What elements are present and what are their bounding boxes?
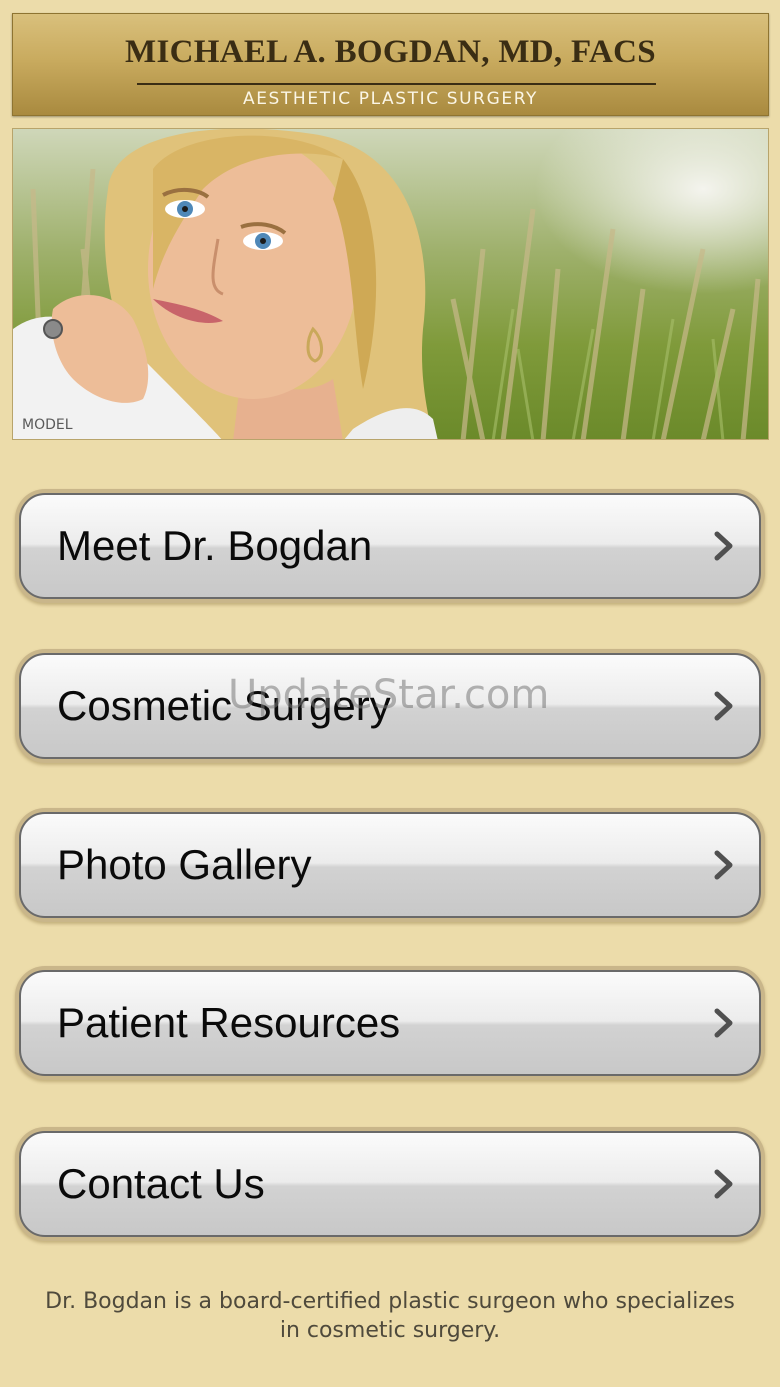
button-label: Cosmetic Surgery bbox=[57, 682, 391, 729]
footer-description: Dr. Bogdan is a board-certified plastic … bbox=[45, 1289, 735, 1343]
title-underline bbox=[137, 83, 656, 85]
practice-tagline: AESTHETIC PLASTIC SURGERY bbox=[242, 89, 539, 109]
button-face: Cosmetic Surgery bbox=[19, 653, 761, 759]
button-label: Photo Gallery bbox=[57, 841, 312, 888]
button-face: Contact Us bbox=[19, 1131, 761, 1237]
hero-image: MODEL bbox=[12, 128, 769, 440]
chevron-right-icon bbox=[714, 691, 733, 721]
model-caption: MODEL bbox=[22, 417, 73, 433]
doctor-name-title: MICHAEL A. BOGDAN, MD, FACS bbox=[125, 34, 656, 70]
app-header: MICHAEL A. BOGDAN, MD, FACS AESTHETIC PL… bbox=[12, 13, 769, 116]
button-face: Patient Resources bbox=[19, 970, 761, 1076]
hero-photo-illustration bbox=[13, 129, 761, 439]
photo-gallery-button[interactable]: Photo Gallery bbox=[15, 808, 765, 922]
chevron-right-icon bbox=[714, 1169, 733, 1199]
chevron-right-icon bbox=[714, 531, 733, 561]
meet-dr-bogdan-button[interactable]: Meet Dr. Bogdan bbox=[15, 489, 765, 603]
patient-resources-button[interactable]: Patient Resources bbox=[15, 966, 765, 1080]
button-label: Meet Dr. Bogdan bbox=[57, 522, 373, 569]
chevron-right-icon bbox=[714, 850, 733, 880]
cosmetic-surgery-button[interactable]: Cosmetic Surgery bbox=[15, 649, 765, 763]
button-label: Patient Resources bbox=[57, 999, 401, 1046]
contact-us-button[interactable]: Contact Us bbox=[15, 1127, 765, 1241]
button-label: Contact Us bbox=[57, 1160, 265, 1207]
button-face: Meet Dr. Bogdan bbox=[19, 493, 761, 599]
chevron-right-icon bbox=[714, 1008, 733, 1038]
button-face: Photo Gallery bbox=[19, 812, 761, 918]
